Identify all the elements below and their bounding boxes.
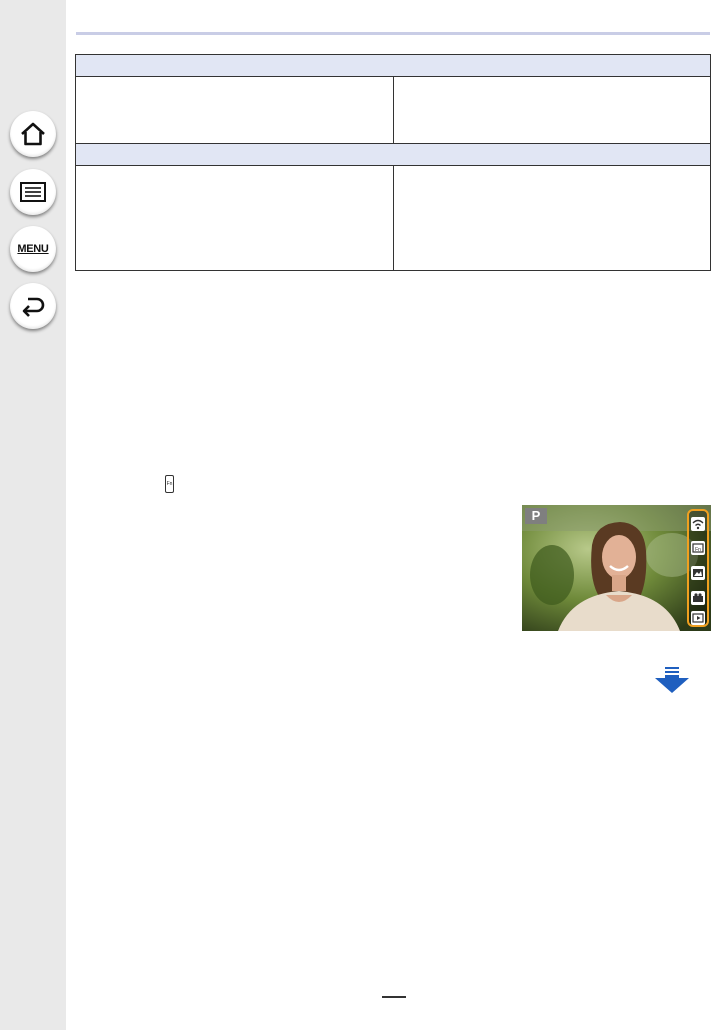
back-icon xyxy=(22,297,45,317)
page-number xyxy=(382,996,406,998)
movie-icon xyxy=(691,591,705,605)
touch-tab-column: Fn xyxy=(687,509,709,627)
table-cell xyxy=(392,165,711,271)
table-cell xyxy=(75,165,394,271)
table-section-header xyxy=(75,54,711,77)
header-rule xyxy=(76,32,710,35)
back-button[interactable] xyxy=(10,283,56,329)
table-cell xyxy=(392,76,711,144)
shooting-mode-badge: P xyxy=(525,508,547,524)
fn-tab-icon: Fn xyxy=(691,541,705,555)
contents-button[interactable] xyxy=(10,169,56,215)
settings-table xyxy=(75,54,711,271)
fn-button-icon: Fn xyxy=(165,475,174,493)
table-header-cell xyxy=(75,54,711,77)
table-row xyxy=(75,76,711,144)
home-button[interactable] xyxy=(10,111,56,157)
contents-list-icon xyxy=(20,182,46,202)
wifi-icon xyxy=(691,517,705,531)
table-cell xyxy=(75,76,394,144)
home-icon xyxy=(21,122,45,146)
menu-icon: MENU xyxy=(17,243,49,255)
playback-icon xyxy=(691,611,705,625)
table-row xyxy=(75,165,711,271)
next-page-arrow-icon[interactable] xyxy=(654,666,690,699)
table-header-cell xyxy=(75,143,711,166)
table-section-header xyxy=(75,143,711,166)
camera-screen-image: P Fn xyxy=(522,505,711,631)
svg-text:Fn: Fn xyxy=(695,547,701,553)
scene-icon xyxy=(691,566,705,580)
menu-button[interactable]: MENU xyxy=(10,226,56,272)
sidebar: MENU xyxy=(0,0,66,1030)
portrait-photo xyxy=(522,505,711,631)
